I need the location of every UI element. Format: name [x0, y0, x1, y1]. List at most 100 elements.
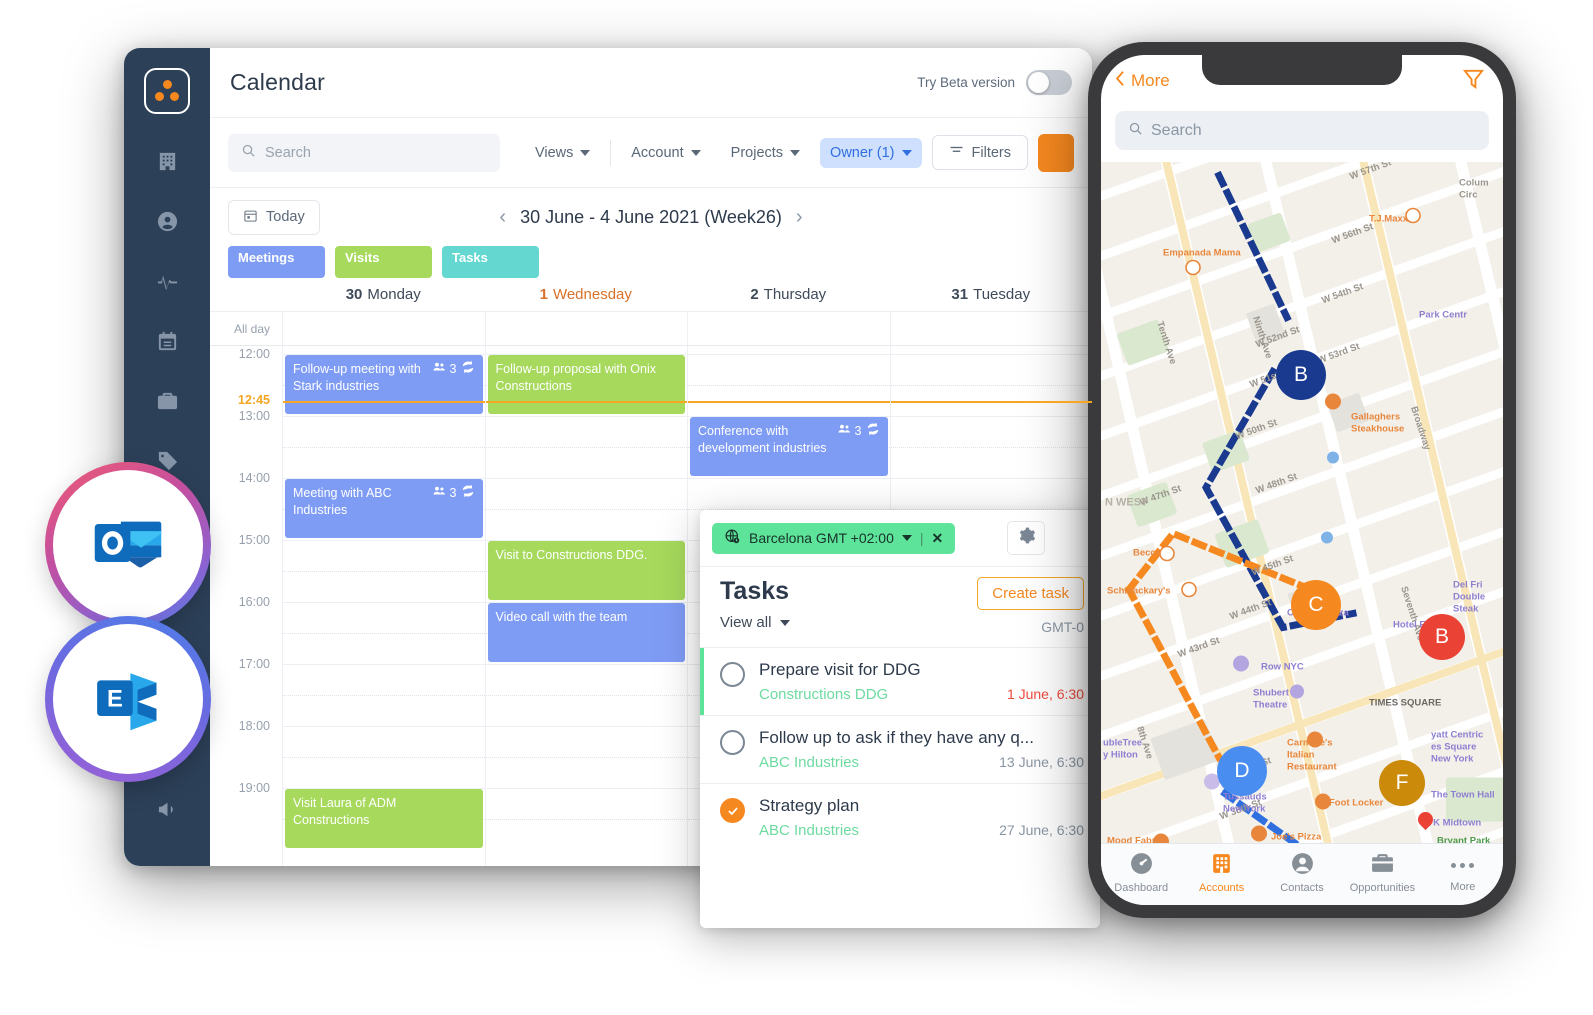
calendar-event[interactable]: 3 Follow-up meeting with Stark industries [285, 355, 483, 414]
sidebar-item-calendar[interactable] [143, 320, 191, 368]
phone-nav-bar: More [1101, 55, 1503, 107]
recurring-icon [461, 484, 475, 503]
phone-mockup: More Search W 57th St W 56th St W 54th S… [1088, 42, 1516, 918]
calendar-event[interactable]: Video call with the team [487, 603, 685, 662]
day-column-1[interactable]: Follow-up proposal with Onix Constructio… [484, 346, 687, 866]
grid-line-hour [485, 664, 687, 665]
time-label-1400: 14:00 [238, 471, 270, 485]
day-header-1[interactable]: 1 Wednesday [485, 278, 688, 311]
timezone-close-button[interactable]: ✕ [932, 530, 944, 547]
task-checkbox[interactable] [720, 798, 745, 823]
tasks-header: Tasks View all Create task GMT-0 [700, 566, 1100, 647]
projects-dropdown[interactable]: Projects [721, 138, 810, 168]
settings-button[interactable] [1007, 521, 1046, 555]
task-checkbox[interactable] [720, 662, 745, 687]
grid-line-half-hour [283, 571, 485, 572]
calendar-event[interactable]: Follow-up proposal with Onix Constructio… [487, 355, 685, 414]
phone-tab-dashboard[interactable]: Dashboard [1101, 844, 1181, 901]
sidebar-item-contacts[interactable] [143, 200, 191, 248]
day-header-3[interactable]: 31 Tuesday [890, 278, 1093, 311]
all-day-cell-0[interactable] [282, 312, 485, 345]
task-row[interactable]: Strategy plan ABC Industries 27 June, 6:30 [700, 783, 1100, 851]
next-week-button[interactable]: › [796, 206, 803, 229]
map-pin-b-2[interactable]: B [1419, 614, 1465, 660]
phone-filter-button[interactable] [1462, 67, 1485, 95]
attendees-icon [432, 360, 446, 379]
day-number: 30 [345, 286, 363, 303]
grid-line-hour [890, 354, 1092, 355]
exchange-badge[interactable]: E [45, 616, 211, 782]
phone-back-button[interactable]: More [1115, 70, 1170, 92]
time-gutter-spacer [210, 278, 282, 311]
filters-button[interactable]: Filters [931, 135, 1028, 170]
tasks-panel: Barcelona GMT +02:00 | ✕ Tasks View all [700, 510, 1100, 928]
exchange-icon: E [90, 659, 166, 740]
speedometer-icon [1129, 851, 1154, 879]
timezone-row: Barcelona GMT +02:00 | ✕ [700, 510, 1100, 566]
calendar-event[interactable]: Visit Laura of ADM Constructions [285, 789, 483, 848]
day-header-2[interactable]: 2 Thursday [687, 278, 890, 311]
legend-chip-visits[interactable]: Visits [335, 246, 432, 278]
recurring-icon [866, 422, 880, 441]
sidebar-item-opportunities[interactable] [143, 380, 191, 428]
day-name: Tuesday [973, 286, 1031, 303]
timezone-chip[interactable]: Barcelona GMT +02:00 | ✕ [712, 522, 956, 554]
map-pin-d-3[interactable]: D [1217, 746, 1267, 796]
tasks-list: Prepare visit for DDG Constructions DDG 1 … [700, 647, 1100, 851]
map-pin-f-4[interactable]: F [1379, 760, 1425, 806]
timezone-label: Barcelona GMT +02:00 [749, 530, 894, 546]
grid-line-half-hour [485, 447, 687, 448]
all-day-cell-1[interactable] [484, 312, 688, 345]
today-button[interactable]: Today [228, 199, 320, 235]
phone-tab-accounts[interactable]: Accounts [1181, 844, 1261, 901]
calendar-event[interactable]: 3 Conference with development industries [690, 417, 888, 476]
legend-chip-meetings[interactable]: Meetings [228, 246, 325, 278]
svg-text:es Square: es Square [1431, 742, 1476, 753]
map-pin-b-0[interactable]: B [1276, 350, 1326, 400]
calendar-icon [243, 208, 258, 227]
phone-map[interactable]: W 57th St W 56th St W 54th St W 53rd St … [1101, 162, 1503, 843]
owner-dropdown[interactable]: Owner (1) [820, 137, 922, 168]
task-name: Strategy plan [759, 796, 860, 815]
task-row[interactable]: Prepare visit for DDG Constructions DDG 1 … [700, 647, 1100, 715]
all-day-cell-3[interactable] [889, 312, 1093, 345]
views-dropdown[interactable]: Views [525, 138, 600, 168]
building-icon [156, 150, 179, 178]
svg-text:New York: New York [1223, 804, 1266, 815]
account-dropdown[interactable]: Account [621, 138, 710, 168]
phone-tab-more[interactable]: More [1423, 844, 1503, 901]
task-checkbox[interactable] [720, 730, 745, 755]
phone-tab-contacts[interactable]: Contacts [1262, 844, 1342, 901]
legend-chip-tasks[interactable]: Tasks [442, 246, 539, 278]
calendar-event[interactable]: 3 Meeting with ABC Industries [285, 479, 483, 538]
search-placeholder: Search [265, 144, 311, 161]
app-logo[interactable] [144, 68, 190, 114]
view-all-dropdown[interactable]: View all [720, 614, 791, 631]
outlook-badge[interactable] [45, 462, 211, 628]
megaphone-icon [156, 798, 179, 826]
chevron-down-icon [901, 149, 912, 156]
create-task-button[interactable]: Create task [977, 577, 1084, 610]
create-event-button[interactable] [1038, 133, 1074, 172]
sidebar-item-activity[interactable] [143, 260, 191, 308]
sidebar-item-announcements[interactable] [143, 788, 191, 836]
all-day-cell-2[interactable] [687, 312, 890, 345]
calendar-event[interactable]: Visit to Constructions DDG. [487, 541, 685, 600]
beta-toggle[interactable] [1026, 70, 1072, 95]
day-header-0[interactable]: 30 Monday [282, 278, 485, 311]
all-day-row: All day [210, 312, 1092, 346]
prev-week-button[interactable]: ‹ [499, 206, 506, 229]
phone-search-input[interactable]: Search [1115, 111, 1489, 150]
task-row[interactable]: Follow up to ask if they have any q... AB… [700, 715, 1100, 783]
map-pin-c-1[interactable]: C [1291, 580, 1341, 630]
grid-line-hour [283, 602, 485, 603]
sidebar-item-companies[interactable] [143, 140, 191, 188]
event-meta: 3 [837, 422, 880, 441]
search-input[interactable]: Search [228, 133, 500, 172]
phone-tab-opportunities[interactable]: Opportunities [1342, 844, 1422, 901]
phone-tab-label: Accounts [1198, 882, 1245, 894]
task-sub: Constructions DDG 1 June, 6:30 [759, 686, 1084, 703]
day-column-0[interactable]: 3 Follow-up meeting with Stark industries… [282, 346, 485, 866]
grid-line-half-hour [283, 633, 485, 634]
all-day-cells[interactable] [282, 312, 1092, 345]
